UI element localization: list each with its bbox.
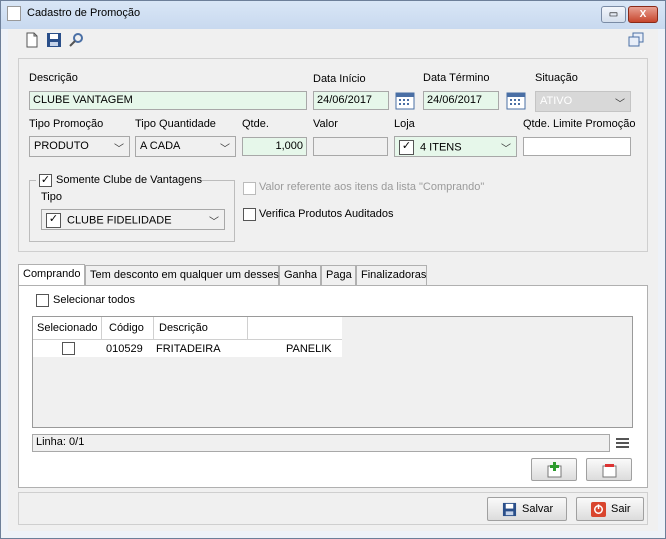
clube-checkbox[interactable]: ✓: [39, 174, 52, 187]
tipo-quantidade-value: A CADA: [140, 140, 181, 152]
save-icon[interactable]: [46, 32, 62, 48]
row-marca: PANELIK: [286, 343, 332, 355]
situacao-select[interactable]: ATIVO ﹀: [535, 91, 631, 112]
close-button[interactable]: X: [628, 6, 658, 23]
remove-row-icon: [602, 464, 617, 478]
row-select-checkbox[interactable]: [62, 342, 75, 355]
descricao-field[interactable]: CLUBE VANTAGEM: [29, 91, 307, 110]
loja-value: 4 ITENS: [420, 141, 462, 154]
window-title: Cadastro de Promoção: [27, 7, 141, 19]
select-all-checkbox[interactable]: [36, 294, 49, 307]
situacao-label: Situação: [535, 72, 578, 84]
loja-checkbox[interactable]: ✓: [399, 140, 414, 155]
data-inicio-field[interactable]: 24/06/2017: [313, 91, 389, 110]
tab-tem-desconto[interactable]: Tem desconto em qualquer um desses: [85, 265, 279, 285]
clube-label: Somente Clube de Vantagens: [56, 174, 202, 186]
row-codigo: 010529: [106, 343, 143, 355]
minimize-button[interactable]: ▭: [601, 6, 626, 23]
col-divider: [247, 317, 248, 340]
verifica-label: Verifica Produtos Auditados: [259, 208, 394, 220]
loja-label: Loja: [394, 118, 415, 130]
loja-select[interactable]: ✓ 4 ITENS ﹀: [394, 136, 517, 157]
exit-button[interactable]: Sair: [576, 497, 644, 521]
data-termino-field[interactable]: 24/06/2017: [423, 91, 499, 110]
clube-tipo-checkbox[interactable]: ✓: [46, 213, 61, 228]
tab-comprando[interactable]: Comprando: [18, 264, 85, 286]
situacao-value: ATIVO: [540, 95, 573, 107]
chevron-down-icon: ﹀: [615, 99, 625, 110]
save-label: Salvar: [522, 503, 554, 515]
col-divider: [153, 317, 154, 340]
remove-row-button[interactable]: [586, 458, 632, 481]
col-codigo[interactable]: Código: [109, 322, 144, 334]
col-selecionado[interactable]: Selecionado: [37, 322, 98, 334]
tab-ganha[interactable]: Ganha: [279, 265, 321, 285]
data-inicio-label: Data Início: [313, 73, 366, 85]
tipo-promocao-label: Tipo Promoção: [29, 118, 104, 130]
col-descricao[interactable]: Descrição: [159, 322, 208, 334]
calendar-icon[interactable]: [506, 91, 526, 110]
save-icon: [502, 502, 517, 517]
chevron-down-icon: ﹀: [220, 144, 230, 155]
tipo-promocao-select[interactable]: PRODUTO ﹀: [29, 136, 130, 157]
add-row-button[interactable]: [531, 458, 577, 481]
clube-tipo-label: Tipo: [41, 191, 62, 203]
windows-cascade-icon[interactable]: [628, 32, 644, 48]
java-app-icon: [7, 6, 21, 21]
menu-icon[interactable]: [616, 437, 629, 449]
valor-label: Valor: [313, 118, 338, 130]
qtde-limite-label: Qtde. Limite Promoção: [523, 118, 636, 130]
valor-field[interactable]: [313, 137, 388, 156]
clube-tipo-select[interactable]: ✓ CLUBE FIDELIDADE ﹀: [41, 209, 225, 230]
row-descricao: FRITADEIRA: [156, 343, 221, 355]
row-status: Linha: 0/1: [32, 434, 610, 452]
qtde-field[interactable]: 1,000: [242, 137, 307, 156]
qtde-label: Qtde.: [242, 118, 269, 130]
col-divider: [101, 317, 102, 340]
exit-label: Sair: [611, 503, 631, 515]
new-document-icon[interactable]: [24, 32, 40, 48]
chevron-down-icon: ﹀: [209, 217, 219, 228]
exit-icon: [591, 502, 606, 517]
add-row-icon: [547, 462, 562, 478]
tipo-quantidade-select[interactable]: A CADA ﹀: [135, 136, 236, 157]
calendar-icon[interactable]: [395, 91, 415, 110]
descricao-label: Descrição: [29, 72, 78, 84]
clube-tipo-value: CLUBE FIDELIDADE: [67, 214, 172, 227]
chevron-down-icon: ﹀: [501, 144, 511, 155]
save-button[interactable]: Salvar: [487, 497, 567, 521]
tipo-promocao-value: PRODUTO: [34, 140, 89, 152]
tipo-quantidade-label: Tipo Quantidade: [135, 118, 216, 130]
tab-paga[interactable]: Paga: [321, 265, 356, 285]
data-termino-label: Data Término: [423, 72, 490, 84]
edit-tools-icon[interactable]: [68, 32, 84, 48]
verifica-checkbox[interactable]: [243, 208, 256, 221]
select-all-label: Selecionar todos: [53, 294, 135, 306]
tab-finalizadoras[interactable]: Finalizadoras: [356, 265, 427, 285]
valor-referente-checkbox[interactable]: [243, 182, 256, 195]
qtde-limite-field[interactable]: [523, 137, 631, 156]
chevron-down-icon: ﹀: [114, 144, 124, 155]
valor-referente-label: Valor referente aos itens da lista "Comp…: [259, 181, 485, 193]
